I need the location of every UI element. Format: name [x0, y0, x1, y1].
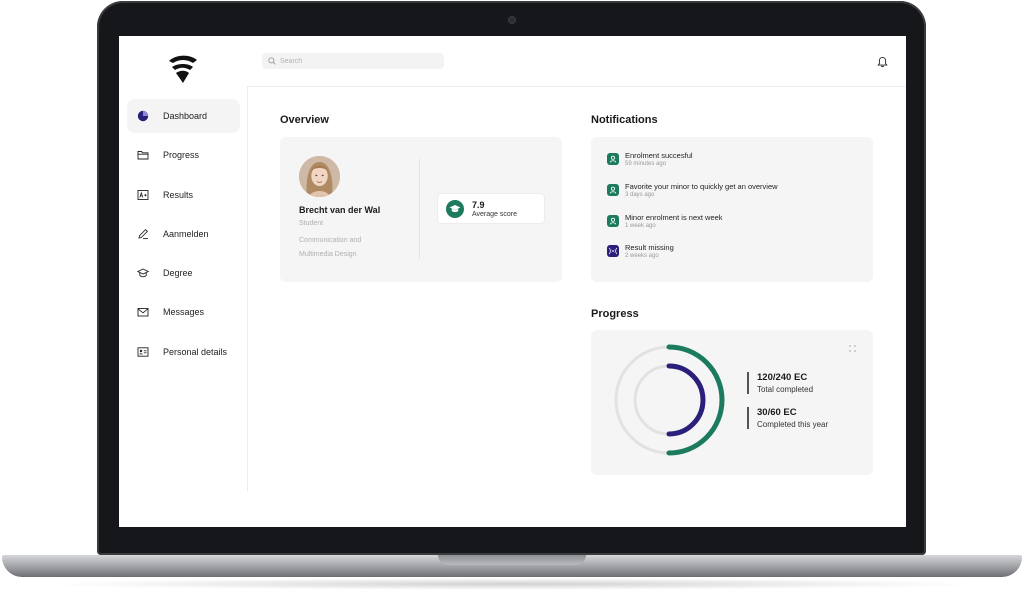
- sidebar-item-aanmelden[interactable]: Aanmelden: [127, 217, 240, 251]
- id-card-icon: [137, 347, 149, 357]
- progress-ring: [614, 344, 725, 456]
- sidebar-item-personal-details[interactable]: Personal details: [127, 335, 240, 369]
- app-screen: Dashboard Progress Results Aanmelden: [119, 36, 906, 527]
- user-icon: [607, 215, 619, 227]
- progress-arc-total: [666, 344, 725, 456]
- overview-card: Brecht van der Wal Student Communication…: [280, 137, 562, 282]
- sidebar-item-label: Progress: [163, 150, 200, 161]
- average-score-box[interactable]: 7.9 Average score: [437, 193, 545, 224]
- overview-title: Overview: [280, 114, 329, 126]
- total-completed-label: Total completed: [757, 385, 814, 394]
- drag-handle-icon[interactable]: [848, 344, 857, 353]
- progress-arc-year: [666, 363, 706, 437]
- year-completed-stat: 30/60 EC Completed this year: [747, 407, 828, 429]
- header-divider: [248, 86, 906, 87]
- year-completed-value: 30/60 EC: [757, 407, 797, 418]
- notification-time: 2 weeks ago: [625, 253, 659, 259]
- sidebar-item-label: Messages: [163, 307, 205, 318]
- average-score-label: Average score: [472, 211, 518, 218]
- average-score-value: 7.9: [472, 200, 485, 210]
- notifications-card: Enrolment succesful 59 minutes ago Favor…: [591, 137, 873, 282]
- camera: [509, 17, 515, 23]
- notification-title: Result missing: [625, 243, 674, 252]
- sidebar-item-label: Dashboard: [163, 111, 208, 121]
- search-input[interactable]: [280, 57, 430, 65]
- user-icon: [607, 153, 619, 165]
- sidebar-divider: [247, 86, 248, 491]
- broadcast-icon: [607, 245, 619, 257]
- graduation-cap-icon: [137, 268, 149, 278]
- notification-time: 1 week ago: [625, 223, 656, 229]
- pencil-icon: [138, 228, 149, 239]
- notifications-title: Notifications: [591, 114, 658, 126]
- bell-icon[interactable]: [877, 56, 888, 68]
- laptop-shadow: [40, 578, 984, 590]
- notification-title: Minor enrolment is next week: [625, 213, 723, 222]
- notification-time: 3 days ago: [625, 192, 655, 198]
- sidebar-item-label: Degree: [163, 268, 193, 279]
- search-bar[interactable]: [262, 53, 444, 69]
- avatar-image: [299, 156, 340, 197]
- search-icon: [268, 57, 276, 65]
- logo-icon[interactable]: [166, 54, 200, 84]
- total-completed-stat: 120/240 EC Total completed: [747, 372, 813, 394]
- pie-chart-icon: [137, 110, 149, 122]
- sidebar-nav: Dashboard Progress Results Aanmelden Deg…: [127, 99, 240, 374]
- user-icon: [607, 184, 619, 196]
- sidebar-item-degree[interactable]: Degree: [127, 256, 240, 290]
- total-completed-value: 120/240 EC: [757, 372, 808, 383]
- progress-card: 120/240 EC Total completed 30/60 EC Comp…: [591, 330, 873, 475]
- grade-icon: [137, 189, 149, 200]
- profile-role: Student: [299, 220, 324, 227]
- graduation-cap-icon: [446, 200, 464, 218]
- notification-title: Favorite your minor to quickly get an ov…: [625, 182, 778, 191]
- folder-icon: [137, 151, 149, 160]
- sidebar-item-label: Aanmelden: [163, 228, 209, 239]
- progress-title: Progress: [591, 308, 639, 320]
- sidebar-item-label: Results: [163, 189, 194, 200]
- sidebar-item-label: Personal details: [163, 346, 228, 357]
- year-completed-label: Completed this year: [757, 420, 829, 429]
- profile-name: Brecht van der Wal: [299, 205, 381, 215]
- sidebar-item-dashboard[interactable]: Dashboard: [127, 99, 240, 133]
- avatar[interactable]: [299, 156, 340, 197]
- notification-title: Enrolment succesful: [625, 151, 693, 160]
- envelope-icon: [137, 308, 149, 317]
- laptop-base-notch: [438, 555, 586, 565]
- sidebar-item-messages[interactable]: Messages: [127, 295, 240, 329]
- sidebar-item-progress[interactable]: Progress: [127, 138, 240, 172]
- sidebar-item-results[interactable]: Results: [127, 178, 240, 212]
- card-divider: [419, 159, 420, 259]
- notification-time: 59 minutes ago: [625, 161, 667, 167]
- profile-program: Communication and Multimedia Design: [299, 237, 362, 258]
